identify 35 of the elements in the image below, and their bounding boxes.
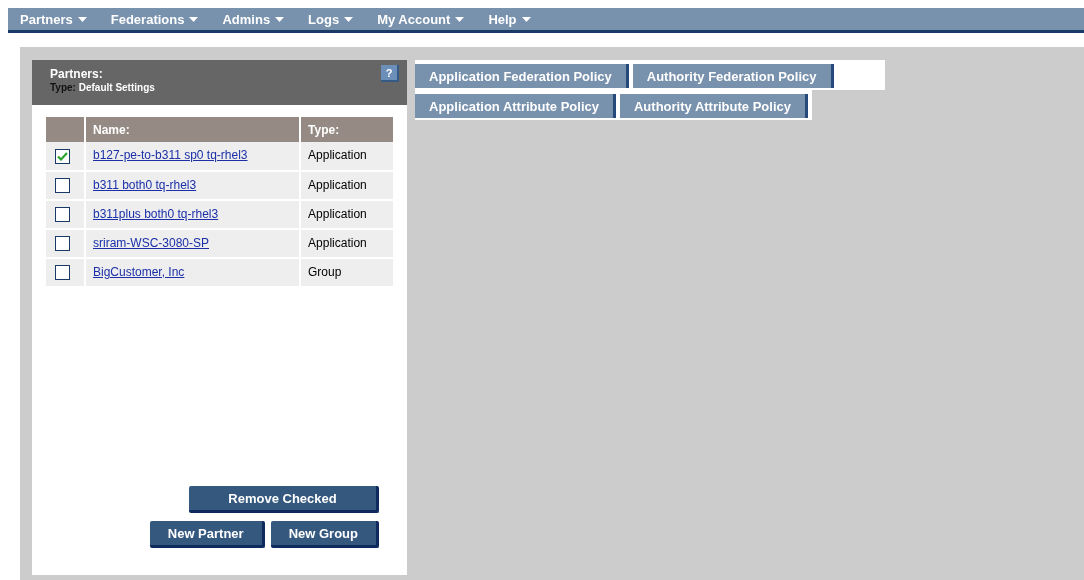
column-header: Name:: [85, 117, 301, 142]
menu-item[interactable]: My Account: [369, 11, 473, 27]
menu-item[interactable]: Admins: [214, 11, 293, 27]
caret-icon: [275, 16, 285, 22]
caret-icon: [455, 16, 465, 22]
checkbox[interactable]: [55, 178, 70, 193]
caret-icon: [521, 16, 531, 22]
tab[interactable]: Authority Attribute Policy: [620, 94, 808, 118]
menu-item[interactable]: Help: [480, 11, 539, 27]
menu-item[interactable]: Logs: [300, 11, 362, 27]
caret-icon: [344, 16, 354, 22]
table-cell: Application: [300, 142, 393, 171]
caret-icon: [189, 16, 199, 22]
tab[interactable]: Authority Federation Policy: [632, 64, 834, 88]
new-partner-button[interactable]: New Partner: [149, 521, 265, 548]
new-group-button[interactable]: New Group: [270, 521, 379, 548]
table-cell: Application: [300, 171, 393, 200]
checkbox[interactable]: [55, 236, 70, 251]
checkbox[interactable]: [55, 148, 70, 164]
table-cell: Group: [300, 258, 393, 287]
checkbox[interactable]: [55, 207, 70, 222]
tab[interactable]: Application Federation Policy: [415, 64, 629, 88]
menu-item[interactable]: Federations: [102, 11, 207, 27]
checkbox[interactable]: [55, 265, 70, 280]
type-label: Type:: [50, 82, 76, 93]
table-cell: Application: [300, 229, 393, 258]
column-header: Type:: [300, 117, 393, 142]
tab[interactable]: Application Attribute Policy: [415, 94, 616, 118]
menu-item[interactable]: Partners: [12, 11, 95, 27]
caret-icon: [77, 16, 87, 22]
panel-title: Partners:: [50, 66, 103, 81]
remove-checked-button[interactable]: Remove Checked: [189, 486, 379, 513]
help-button[interactable]: ?: [381, 65, 399, 82]
type-value: Default Settings: [78, 82, 155, 93]
table-cell: Application: [300, 200, 393, 229]
